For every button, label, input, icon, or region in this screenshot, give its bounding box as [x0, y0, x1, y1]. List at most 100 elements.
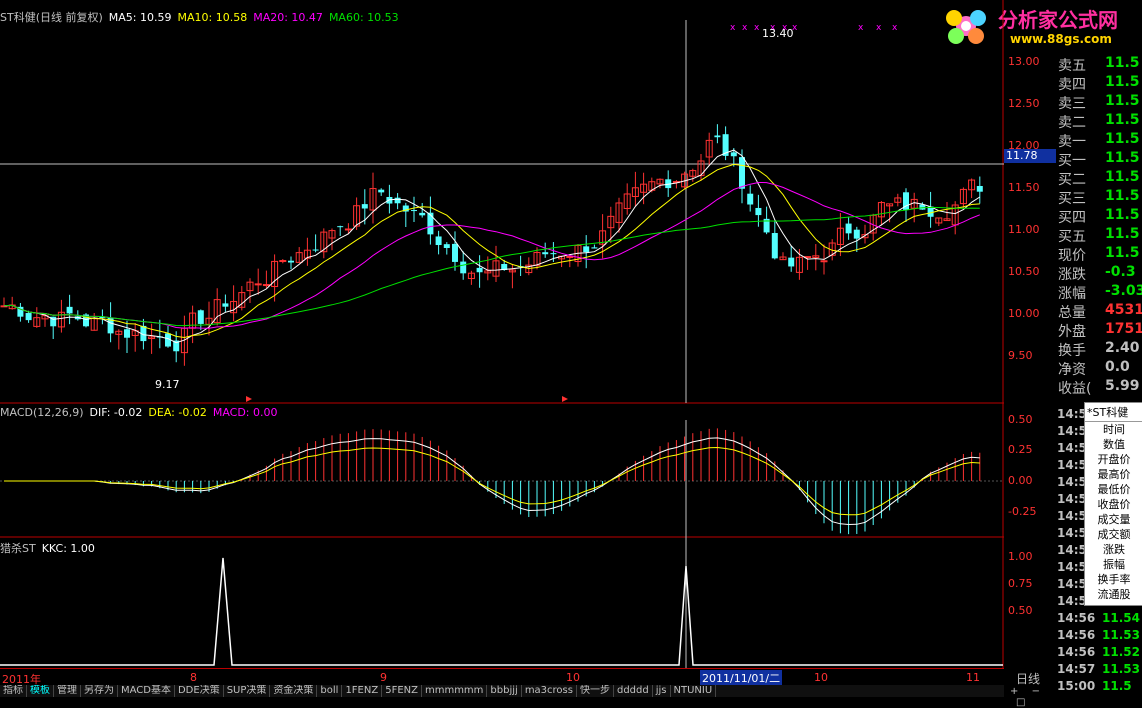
quote-row: 卖五 11.5 [1055, 55, 1142, 74]
candle-body [919, 204, 926, 210]
quote-value: -0.3 [1105, 264, 1136, 280]
candle-body [254, 283, 262, 286]
tick-time: 14:5 [1057, 560, 1087, 574]
popup-item[interactable]: 数值 [1085, 437, 1142, 452]
tick-time: 14:5 [1057, 509, 1087, 523]
quote-key: 买三 [1058, 191, 1086, 207]
quote-row: 换手 2.40 [1055, 340, 1142, 359]
quote-key: 卖五 [1058, 58, 1086, 74]
crosshair-date-tag: 2011/11/01/二 [700, 670, 783, 686]
candle-body [452, 243, 458, 262]
candle-body [476, 267, 483, 273]
candle-body [853, 229, 860, 239]
quote-value: -3.03 [1105, 283, 1142, 299]
indicator-tab[interactable]: SUP决策 [224, 685, 271, 697]
date-label: 8 [190, 671, 197, 684]
signal-arrow-icon [246, 396, 252, 402]
indicator-tab[interactable]: jjs [653, 685, 671, 697]
popup-item[interactable]: 最高价 [1085, 467, 1142, 482]
kline-chart-area[interactable]: xxxxxxxxx ST科健(日线 前复权) MA5: 10.59 MA10: 10… [0, 0, 1004, 668]
popup-item[interactable]: 收盘价 [1085, 497, 1142, 512]
scroll-button[interactable]: □ [1016, 697, 1025, 708]
indicator-tab[interactable]: ma3cross [522, 685, 577, 697]
tick-row: 14:56 11.54 [1055, 611, 1142, 627]
quote-value: 11.5 [1105, 188, 1140, 204]
quote-row: 卖一 11.5 [1055, 131, 1142, 150]
candle-body [344, 228, 352, 231]
tick-time: 14:57 [1057, 662, 1096, 676]
tick-time: 14:5 [1057, 543, 1087, 557]
macd-axis-label: -0.25 [1008, 505, 1037, 518]
popup-item[interactable]: 涨跌 [1085, 542, 1142, 557]
candle-body [788, 257, 795, 267]
zoom-in-button[interactable]: + [1010, 686, 1018, 697]
tick-price: 11.53 [1102, 628, 1140, 642]
quote-value: 11.5 [1105, 169, 1140, 185]
candle-body [443, 244, 450, 248]
quote-row: 买二 11.5 [1055, 169, 1142, 188]
zoom-out-button[interactable]: − [1032, 686, 1040, 697]
candle-body [435, 236, 442, 246]
popup-item[interactable]: 振幅 [1085, 557, 1142, 572]
info-popup[interactable]: *ST科健 时间 数值 开盘价 最高价 最低价 收盘价 成交量 成交额 涨跌 振幅 换手率 流通股 [1084, 402, 1142, 606]
quote-row: 卖四 11.5 [1055, 74, 1142, 93]
quote-key: 买一 [1058, 153, 1086, 169]
candle-body [197, 310, 204, 324]
candle-body [730, 152, 737, 157]
tick-time: 14:56 [1057, 645, 1096, 659]
date-label: 9 [380, 671, 387, 684]
popup-item[interactable]: 成交量 [1085, 512, 1142, 527]
quote-key: 买二 [1058, 172, 1086, 188]
main-legend-title: ST科健(日线 前复权) [0, 11, 103, 24]
indicator-tab[interactable]: MACD基本 [118, 685, 175, 697]
quote-row: 买三 11.5 [1055, 188, 1142, 207]
indicator-tab[interactable]: 1FENZ [342, 685, 383, 697]
tick-time: 14:56 [1057, 611, 1096, 625]
popup-item[interactable]: 时间 [1085, 422, 1142, 437]
candle-body [222, 303, 229, 307]
kkc-axis-label: 0.75 [1008, 577, 1033, 590]
indicator-tab[interactable]: bbbjjj [487, 685, 522, 697]
zoom-controls[interactable]: + − □ [1006, 686, 1054, 708]
indicator-tab[interactable]: boll [317, 685, 343, 697]
candle-body [714, 135, 721, 138]
price-axis-label: 13.00 [1008, 55, 1040, 68]
kkc-axis-label: 0.50 [1008, 604, 1033, 617]
indicator-tab[interactable]: 管理 [54, 685, 81, 697]
popup-item[interactable]: 换手率 [1085, 572, 1142, 587]
candle-body [411, 210, 417, 212]
popup-item[interactable]: 流通股 [1085, 587, 1142, 602]
indicator-tab[interactable]: 快一步 [577, 685, 614, 697]
popup-item[interactable]: 开盘价 [1085, 452, 1142, 467]
quote-value: 11.5 [1105, 150, 1140, 166]
indicator-tab[interactable]: mmmmmm [422, 685, 488, 697]
quote-key: 买五 [1058, 229, 1086, 245]
indicator-tab-bar[interactable]: 指标 模板 管理 另存为 MACD基本 DDE决策 SUP决策 资金决策 boll 1FENZ 5F… [0, 685, 1004, 697]
period-label[interactable]: 日线 [1016, 670, 1040, 687]
candle-body [394, 197, 401, 204]
signal-marker: x [730, 23, 736, 33]
ma5-label: MA5: 10.59 [108, 11, 172, 24]
indicator-tab[interactable]: 模板 [27, 685, 54, 697]
indicator-tab[interactable]: DDE决策 [175, 685, 224, 697]
candle-body [845, 223, 852, 234]
quote-row: 净资 0.0 [1055, 359, 1142, 378]
indicator-tab[interactable]: ddddd [614, 685, 653, 697]
kkc-legend: 猎杀ST KKC: 1.00 [0, 540, 101, 556]
indicator-tab[interactable]: 指标 [0, 685, 27, 697]
popup-title: *ST科健 [1085, 403, 1142, 422]
popup-item[interactable]: 成交额 [1085, 527, 1142, 542]
quote-key: 涨跌 [1058, 267, 1086, 283]
chart-svg[interactable]: xxxxxxxxx [0, 0, 1004, 668]
quote-value: 11.5 [1105, 207, 1140, 223]
quote-key: 净资 [1058, 362, 1086, 378]
quote-value: 1751 [1105, 321, 1142, 337]
tick-row: 14:57 11.53 [1055, 662, 1142, 678]
indicator-tab[interactable]: 另存为 [81, 685, 118, 697]
ma10-line [3, 163, 980, 339]
indicator-tab[interactable]: 5FENZ [382, 685, 422, 697]
indicator-tab[interactable]: NTUNIU [671, 685, 717, 697]
popup-item[interactable]: 最低价 [1085, 482, 1142, 497]
indicator-tab[interactable]: 资金决策 [270, 685, 318, 697]
candle-body [419, 212, 426, 216]
